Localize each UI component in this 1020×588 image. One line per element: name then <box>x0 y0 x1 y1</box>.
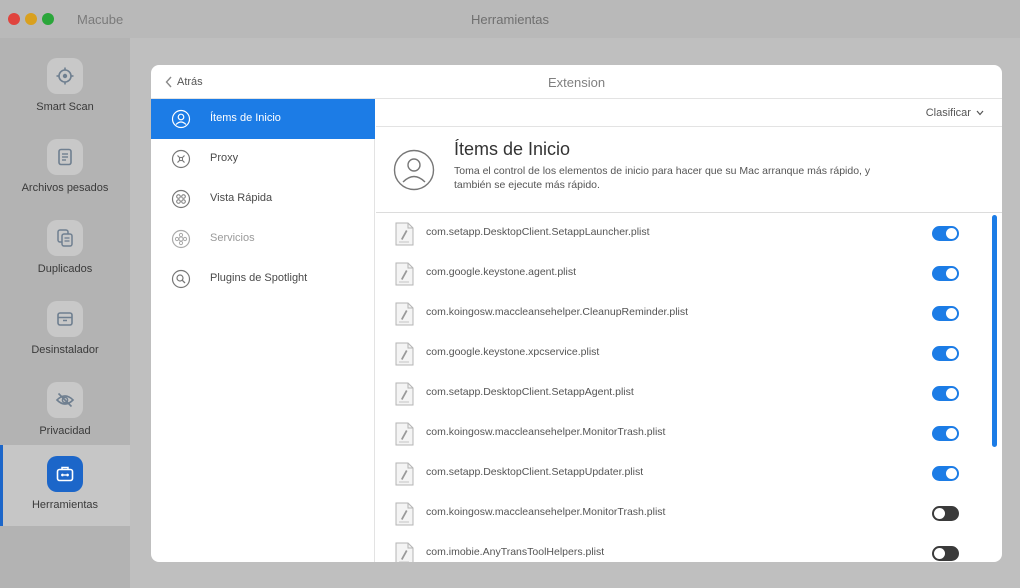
item-name: com.koingosw.maccleansehelper.CleanupRem… <box>426 306 689 318</box>
item-toggle[interactable] <box>932 506 959 521</box>
category-vista-rapida[interactable]: Vista Rápida <box>151 179 375 219</box>
list-item: com.setapp.DesktopClient.SetappUpdater.p… <box>376 453 986 493</box>
app-window: Macube Herramientas Smart Scan Archivos … <box>0 0 1020 588</box>
sidebar-item-herramientas[interactable]: Herramientas <box>0 445 130 526</box>
item-name: com.setapp.DesktopClient.SetappLauncher.… <box>426 226 650 238</box>
category-label: Plugins de Spotlight <box>210 272 308 284</box>
user-icon <box>171 109 191 129</box>
item-toggle[interactable] <box>932 346 959 361</box>
plist-file-icon <box>395 262 414 286</box>
category-label: Servicios <box>210 232 255 244</box>
chevron-down-icon <box>976 110 984 116</box>
sidebar-item-label: Privacidad <box>39 425 91 437</box>
item-name: com.google.keystone.xpcservice.plist <box>426 346 600 358</box>
list-item: com.imobie.AnyTransToolHelpers.plist <box>376 533 986 562</box>
item-toggle[interactable] <box>932 306 959 321</box>
category-proxy[interactable]: Proxy <box>151 139 375 179</box>
quicklook-icon <box>171 189 191 209</box>
category-label: Proxy <box>210 152 239 164</box>
user-icon <box>393 149 435 191</box>
plist-file-icon <box>395 542 414 562</box>
proxy-icon <box>171 149 191 169</box>
item-toggle[interactable] <box>932 266 959 281</box>
window-title: Herramientas <box>470 12 550 27</box>
item-name: com.setapp.DesktopClient.SetappAgent.pli… <box>426 386 634 398</box>
sidebar-item-label: Smart Scan <box>36 101 94 113</box>
item-toggle[interactable] <box>932 226 959 241</box>
item-name: com.koingosw.maccleansehelper.MonitorTra… <box>426 426 666 438</box>
panel-title: Extension <box>547 75 606 90</box>
sidebar-item-label: Archivos pesados <box>21 182 109 194</box>
extension-panel: Atrás Extension Ítems de Inicio Proxy Vi… <box>151 65 1002 562</box>
info-section: Ítems de Inicio Toma el control de los e… <box>376 127 1002 213</box>
item-name: com.google.keystone.agent.plist <box>426 266 577 278</box>
plist-file-icon <box>395 302 414 326</box>
box-icon <box>47 301 83 337</box>
category-label: Ítems de Inicio <box>210 112 281 124</box>
plist-file-icon <box>395 342 414 366</box>
spotlight-icon <box>171 269 191 289</box>
list-item: com.koingosw.maccleansehelper.CleanupRem… <box>376 293 986 333</box>
plist-file-icon <box>395 222 414 246</box>
sort-bar: Clasificar <box>376 99 1002 127</box>
item-toggle[interactable] <box>932 546 959 561</box>
toolbox-icon <box>47 456 83 492</box>
list-item: com.koingosw.maccleansehelper.MonitorTra… <box>376 493 986 533</box>
sort-dropdown[interactable]: Clasificar <box>926 107 984 119</box>
list-item: com.koingosw.maccleansehelper.MonitorTra… <box>376 413 986 453</box>
category-plugins-de-spotlight[interactable]: Plugins de Spotlight <box>151 259 375 299</box>
sidebar-item-label: Duplicados <box>37 263 93 275</box>
category-label: Vista Rápida <box>210 192 273 204</box>
sidebar-item-archivos-pesados[interactable]: Archivos pesados <box>0 128 130 209</box>
plist-file-icon <box>395 422 414 446</box>
item-toggle[interactable] <box>932 466 959 481</box>
item-toggle[interactable] <box>932 426 959 441</box>
sidebar-item-smart-scan[interactable]: Smart Scan <box>0 47 130 128</box>
plist-file-icon <box>395 502 414 526</box>
list-item: com.google.keystone.agent.plist <box>376 253 986 293</box>
list-item: com.google.keystone.xpcservice.plist <box>376 333 986 373</box>
section-description: Toma el control de los elementos de inic… <box>454 165 871 191</box>
vertical-scrollbar[interactable] <box>992 215 997 447</box>
sidebar-item-privacidad[interactable]: Privacidad <box>0 371 130 452</box>
document-icon <box>47 139 83 175</box>
sort-label: Clasificar <box>925 107 971 119</box>
target-icon <box>47 58 83 94</box>
duplicate-icon <box>47 220 83 256</box>
sidebar-item-label: Desinstalador <box>31 344 99 356</box>
sidebar: Smart Scan Archivos pesados Duplicados D… <box>0 38 130 588</box>
category-items-de-inicio[interactable]: Ítems de Inicio <box>151 99 375 139</box>
item-name: com.imobie.AnyTransToolHelpers.plist <box>426 546 605 558</box>
item-toggle[interactable] <box>932 386 959 401</box>
title-bar: Macube Herramientas <box>0 0 1020 38</box>
sidebar-item-duplicados[interactable]: Duplicados <box>0 209 130 290</box>
item-name: com.koingosw.maccleansehelper.MonitorTra… <box>426 506 666 518</box>
category-list: Ítems de Inicio Proxy Vista Rápida Servi… <box>151 99 375 562</box>
section-title: Ítems de Inicio <box>454 139 571 159</box>
panel-header: Atrás Extension <box>151 65 1002 99</box>
list-item: com.setapp.DesktopClient.SetappLauncher.… <box>376 213 986 253</box>
sidebar-item-desinstalador[interactable]: Desinstalador <box>0 290 130 371</box>
plist-file-icon <box>395 382 414 406</box>
plist-file-icon <box>395 462 414 486</box>
content-area: Clasificar Ítems de Inicio Toma el contr… <box>376 99 1002 562</box>
services-icon <box>171 229 191 249</box>
category-servicios[interactable]: Servicios <box>151 219 375 259</box>
sidebar-item-label: Herramientas <box>31 499 99 511</box>
item-name: com.setapp.DesktopClient.SetappUpdater.p… <box>426 466 644 478</box>
eye-slash-icon <box>47 382 83 418</box>
list-item: com.setapp.DesktopClient.SetappAgent.pli… <box>376 373 986 413</box>
startup-items-list: com.setapp.DesktopClient.SetappLauncher.… <box>376 213 1002 562</box>
